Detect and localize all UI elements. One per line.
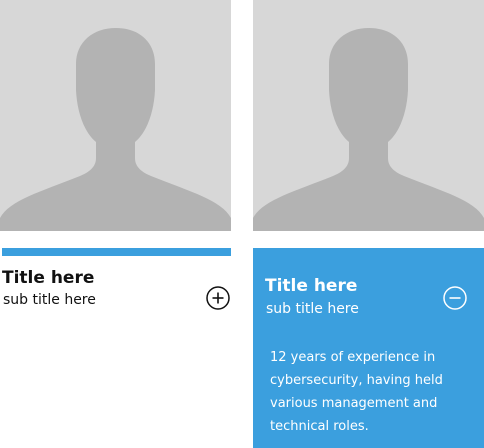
card-header[interactable]: Title here sub title here [2,268,231,328]
expand-button[interactable] [206,286,230,310]
card-subtitle: sub title here [266,301,359,317]
person-silhouette-icon [253,0,484,231]
team-card-2: Title here sub title here 12 years of ex… [253,0,484,448]
profile-placeholder-image [0,0,231,231]
expanded-info-panel: Title here sub title here 12 years of ex… [253,248,484,448]
card-title: Title here [2,268,95,288]
card-subtitle: sub title here [3,292,96,308]
collapse-button[interactable] [443,286,467,310]
minus-circle-icon [443,286,467,310]
profile-placeholder-image [253,0,484,231]
card-bio: 12 years of experience in cybersecurity,… [270,350,443,434]
card-title: Title here [265,276,358,296]
team-card-1: Title here sub title here [0,0,231,448]
person-silhouette-icon [0,0,231,231]
accent-bar [2,248,231,256]
plus-circle-icon [206,286,230,310]
